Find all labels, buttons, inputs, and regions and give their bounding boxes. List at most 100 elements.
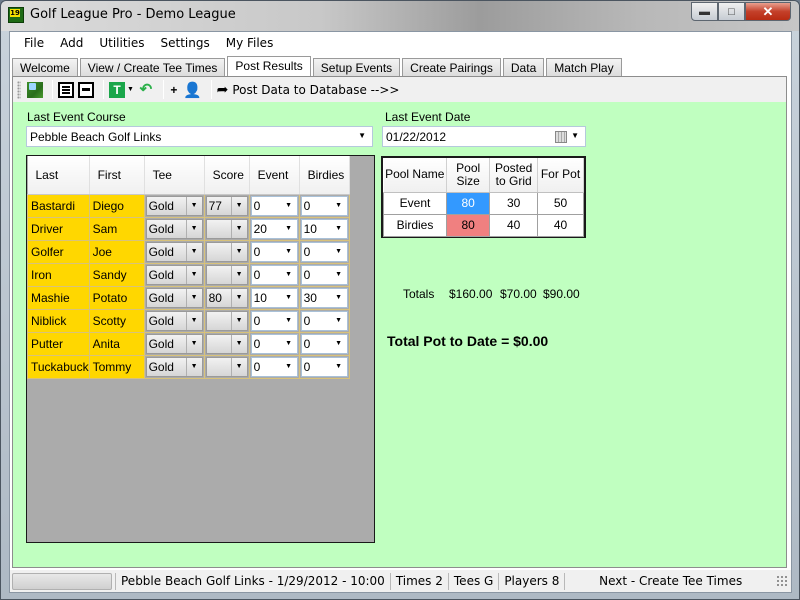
event-select[interactable]: 20 ▼ [250,218,298,239]
grid-row[interactable]: Tuckabuck Tommy Gold ▼ ▼ 0 ▼ 0 ▼ [27,354,350,379]
menu-utilities[interactable]: Utilities [91,32,152,54]
cell-last[interactable]: Mashie [27,285,90,310]
pool-size[interactable]: 80 [446,213,491,237]
tab-create-pairings[interactable]: Create Pairings [402,58,501,76]
list-view-button[interactable] [58,80,74,100]
tab-welcome[interactable]: Welcome [12,58,78,76]
menu-settings[interactable]: Settings [153,32,218,54]
chevron-down-icon: ▼ [280,357,297,376]
birdies-select[interactable]: 0 ▼ [300,264,348,285]
tee-select[interactable]: Gold ▼ [145,264,203,285]
close-button[interactable]: ✕ [745,2,791,21]
menu-file[interactable]: File [16,32,52,54]
tee-select[interactable]: Gold ▼ [145,333,203,354]
column-header-last[interactable]: Last [27,156,90,195]
grid-row[interactable]: Niblick Scotty Gold ▼ ▼ 0 ▼ 0 ▼ [27,308,350,333]
cell-last[interactable]: Driver [27,216,90,241]
event-select[interactable]: 0 ▼ [250,241,298,262]
course-select[interactable]: Pebble Beach Golf Links ▼ [26,126,373,147]
cell-first[interactable]: Joe [88,239,145,264]
status-next[interactable]: Next - Create Tee Times [564,572,776,590]
column-header-score[interactable]: Score [204,156,250,195]
tee-select[interactable]: Gold ▼ [145,356,203,377]
tab-post-results[interactable]: Post Results [227,56,311,77]
tee-value: Gold [148,313,174,328]
birdies-select[interactable]: 0 ▼ [300,310,348,331]
chevron-down-icon: ▼ [571,131,579,140]
event-select[interactable]: 0 ▼ [250,310,298,331]
event-select[interactable]: 0 ▼ [250,195,298,216]
cell-last[interactable]: Tuckabuck [27,354,90,379]
score-select[interactable]: ▼ [205,264,248,285]
event-select[interactable]: 10 ▼ [250,287,298,308]
chevron-down-icon: ▼ [185,357,202,376]
grid-row[interactable]: Putter Anita Gold ▼ ▼ 0 ▼ 0 ▼ [27,331,350,356]
post-data-button[interactable]: ➦ Post Data to Database -->> [217,80,400,100]
column-header-first[interactable]: First [89,156,145,195]
score-select[interactable]: ▼ [205,333,248,354]
column-header-tee[interactable]: Tee [144,156,205,195]
birdies-select[interactable]: 0 ▼ [300,241,348,262]
cell-first[interactable]: Sam [88,216,145,241]
minimize-button[interactable]: ▬ [691,2,718,21]
grid-row[interactable]: Driver Sam Gold ▼ ▼ 20 ▼ 10 ▼ [27,216,350,241]
score-select[interactable]: ▼ [205,310,248,331]
cell-first[interactable]: Potato [88,285,145,310]
menu-add[interactable]: Add [52,32,91,54]
grid-row[interactable]: Mashie Potato Gold ▼ 80 ▼ 10 ▼ 30 ▼ [27,285,350,310]
tab-data[interactable]: Data [502,58,545,76]
birdies-select[interactable]: 0 ▼ [300,195,348,216]
cell-first[interactable]: Tommy [88,354,145,379]
menu-my-files[interactable]: My Files [218,32,282,54]
chevron-down-icon: ▼ [280,288,297,307]
title-bar[interactable]: 19 Golf League Pro - Demo League ▬ □ ✕ [1,1,799,31]
pool-size[interactable]: 80 [446,191,491,215]
score-select[interactable]: ▼ [205,218,248,239]
tee-select[interactable]: Gold ▼ [145,218,203,239]
tab-setup-events[interactable]: Setup Events [312,58,401,76]
column-header-birdies[interactable]: Birdies [299,156,350,195]
column-header-event[interactable]: Event [249,156,300,195]
resize-grip[interactable] [776,575,788,587]
cell-last[interactable]: Golfer [27,239,90,264]
undo-icon: ↶ [139,80,153,98]
event-select[interactable]: 0 ▼ [250,264,298,285]
tee-select[interactable]: Gold ▼ [145,310,203,331]
tab-match-play[interactable]: Match Play [546,58,622,76]
cell-last[interactable]: Iron [27,262,90,287]
tee-select[interactable]: Gold ▼ [145,195,203,216]
grid-row[interactable]: Iron Sandy Gold ▼ ▼ 0 ▼ 0 ▼ [27,262,350,287]
grid-row[interactable]: Bastardi Diego Gold ▼ 77 ▼ 0 ▼ 0 ▼ [27,193,350,218]
event-select[interactable]: 0 ▼ [250,333,298,354]
birdies-select[interactable]: 0 ▼ [300,356,348,377]
toolbar-grip[interactable] [17,80,21,99]
tab-view-create-tee-times[interactable]: View / Create Tee Times [79,58,226,76]
tee-select[interactable]: Gold ▼ [145,241,203,262]
cell-first[interactable]: Diego [88,193,145,218]
score-select[interactable]: 77 ▼ [205,195,248,216]
cell-first[interactable]: Anita [88,331,145,356]
tee-dropdown-button[interactable]: T ▼ [109,80,134,100]
tee-select[interactable]: Gold ▼ [145,287,203,308]
undo-button[interactable]: ↶ [138,80,154,100]
player-button[interactable]: 👤 [183,80,202,100]
maximize-button[interactable]: □ [718,2,745,21]
birdies-select[interactable]: 0 ▼ [300,333,348,354]
cell-last[interactable]: Niblick [27,308,90,333]
grid-row[interactable]: Golfer Joe Gold ▼ ▼ 0 ▼ 0 ▼ [27,239,350,264]
course-map-icon [27,81,43,98]
score-select[interactable]: ▼ [205,241,248,262]
add-button[interactable]: + [169,80,179,100]
date-picker[interactable]: 01/22/2012 ▼ [382,126,586,147]
birdies-select[interactable]: 10 ▼ [300,218,348,239]
cell-first[interactable]: Scotty [88,308,145,333]
cell-last[interactable]: Putter [27,331,90,356]
course-map-button[interactable] [27,80,43,100]
birdies-select[interactable]: 30 ▼ [300,287,348,308]
cell-first[interactable]: Sandy [88,262,145,287]
score-select[interactable]: ▼ [205,356,248,377]
cell-last[interactable]: Bastardi [27,193,90,218]
single-view-button[interactable] [78,80,94,100]
score-select[interactable]: 80 ▼ [205,287,248,308]
event-select[interactable]: 0 ▼ [250,356,298,377]
